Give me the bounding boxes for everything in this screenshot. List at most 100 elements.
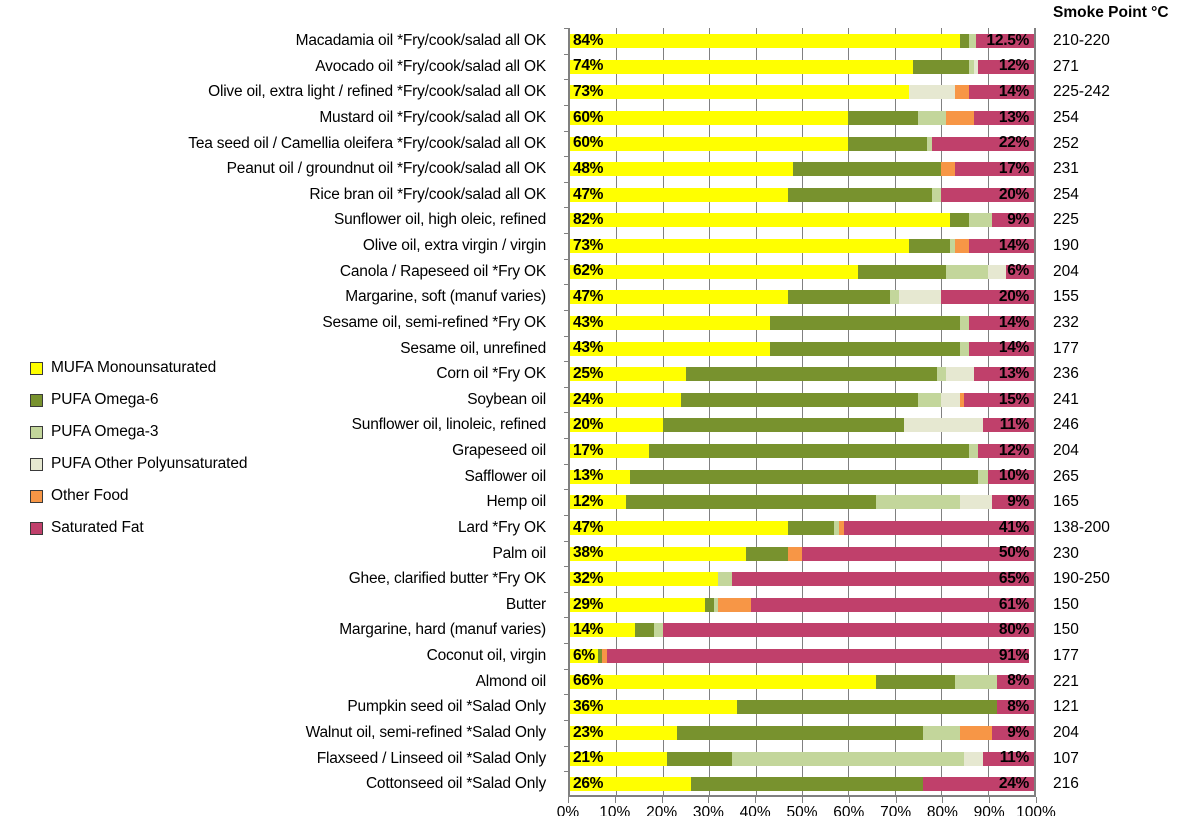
category-label: Tea seed oil / Camellia oleifera *Fry/co…: [188, 134, 546, 152]
stacked-bar: [570, 623, 1034, 638]
bar-row[interactable]: 25% 13%: [564, 361, 1034, 387]
bar-row[interactable]: 73% 14%: [564, 79, 1034, 105]
bar-row[interactable]: 47% 41%: [564, 514, 1034, 541]
category-tick: [564, 668, 570, 670]
bar-value-label-right: 8%: [1007, 672, 1029, 690]
bar-segment: [570, 674, 877, 689]
bar-value-label-right: 6%: [1007, 262, 1029, 280]
category-label: Peanut oil / groundnut oil *Fry/cook/sal…: [226, 160, 547, 178]
bar-value-label-right: 10%: [998, 467, 1029, 485]
bar-row[interactable]: 13% 10%: [564, 463, 1034, 490]
category-label: Ghee, clarified butter *Fry OK: [348, 570, 547, 588]
smoke-point-value: 236: [1053, 365, 1079, 383]
category-tick: [564, 156, 570, 158]
bar-row[interactable]: 32% 65%: [564, 566, 1034, 592]
smoke-point-value: 138-200: [1053, 518, 1110, 536]
smoke-point-value: 150: [1053, 621, 1079, 639]
bar-segment: [769, 315, 960, 330]
bar-row[interactable]: 20% 11%: [564, 412, 1034, 438]
bar-row[interactable]: 48% 17%: [564, 156, 1034, 182]
bar-segment: [955, 85, 970, 100]
stacked-bar: [570, 34, 1034, 48]
bar-row[interactable]: 38% 50%: [564, 540, 1034, 567]
stacked-bar: [570, 315, 1034, 330]
bar-value-label-right: 14%: [998, 339, 1029, 357]
category-axis-labels: Macadamia oil *Fry/cook/salad all OK Avoc…: [0, 28, 556, 797]
stacked-bar: [570, 495, 1034, 510]
category-tick: [564, 207, 570, 209]
smoke-point-value: 225-242: [1053, 83, 1110, 101]
bar-row[interactable]: 36% 8%: [564, 694, 1034, 720]
bar-row[interactable]: 74% 12%: [564, 53, 1034, 80]
bar-value-label-left: 20%: [573, 416, 604, 434]
bar-value-label-left: 73%: [573, 236, 604, 254]
smoke-point-value: 204: [1053, 262, 1079, 280]
bar-row[interactable]: 23% 9%: [564, 719, 1034, 746]
smoke-point-value: 155: [1053, 288, 1079, 306]
x-axis-tick-label: 0%: [556, 803, 580, 816]
category-tick: [564, 53, 570, 55]
bar-segment: [570, 59, 914, 74]
chart-root: MUFA Monounsaturated PUFA Omega-6 PUFA Ome…: [0, 0, 1200, 816]
bar-row[interactable]: 17% 12%: [564, 438, 1034, 464]
stacked-bar: [570, 520, 1034, 535]
bar-value-label-right: 9%: [1007, 723, 1029, 741]
bar-row[interactable]: 6% 91%: [564, 643, 1034, 669]
bar-row[interactable]: 60% 13%: [564, 104, 1034, 131]
bar-value-label-right: 11%: [999, 749, 1030, 767]
bar-row[interactable]: 73% 14%: [564, 233, 1034, 259]
stacked-bar: [570, 264, 1034, 279]
bar-segment: [570, 85, 909, 100]
bar-row[interactable]: 62% 6%: [564, 258, 1034, 285]
smoke-point-value: 246: [1053, 416, 1079, 434]
bar-row[interactable]: 26% 24%: [564, 771, 1034, 797]
stacked-bar: [570, 725, 1034, 740]
bar-row[interactable]: 43% 14%: [564, 335, 1034, 362]
bar-segment: [931, 187, 942, 202]
bar-segment: [959, 725, 993, 740]
bar-row[interactable]: 24% 15%: [564, 386, 1034, 413]
bar-segment: [769, 341, 960, 356]
bar-row[interactable]: 47% 20%: [564, 181, 1034, 208]
bar-row[interactable]: 12% 9%: [564, 489, 1034, 515]
bar-value-label-right: 14%: [998, 313, 1029, 331]
bar-value-label-left: 21%: [573, 749, 604, 767]
stacked-bar: [570, 392, 1034, 407]
bar-segment: [978, 469, 988, 484]
bar-row[interactable]: 14% 80%: [564, 617, 1034, 643]
bar-row[interactable]: 60% 22%: [564, 130, 1034, 157]
bar-row[interactable]: 47% 20%: [564, 284, 1034, 310]
bar-segment: [750, 597, 1034, 612]
category-label: Margarine, soft (manuf varies): [345, 288, 546, 306]
bar-row[interactable]: 29% 61%: [564, 591, 1034, 618]
bar-segment: [667, 751, 733, 766]
bar-row[interactable]: 84% 12.5%: [564, 28, 1034, 54]
category-label: Lard *Fry OK: [457, 518, 546, 536]
category-tick: [564, 181, 570, 183]
x-axis-tick-label: 10%: [599, 803, 631, 816]
bar-segment: [718, 597, 751, 612]
bar-value-label-left: 47%: [573, 518, 604, 536]
x-axis-tick: [895, 796, 897, 803]
category-label: Pumpkin seed oil *Salad Only: [347, 698, 546, 716]
bar-row[interactable]: 21% 11%: [564, 745, 1034, 772]
bar-value-label-right: 61%: [998, 595, 1029, 613]
stacked-bar: [570, 751, 1034, 766]
category-label: Corn oil *Fry OK: [436, 365, 546, 383]
bar-segment: [737, 700, 997, 715]
bar-segment: [681, 392, 918, 407]
category-label: Walnut oil, semi-refined *Salad Only: [305, 723, 547, 741]
bar-value-label-left: 74%: [573, 57, 604, 75]
bar-segment: [987, 264, 1007, 279]
category-tick: [564, 335, 570, 337]
bar-row[interactable]: 82% 9%: [564, 207, 1034, 233]
smoke-point-value: 265: [1053, 467, 1079, 485]
x-axis-tick: [802, 796, 803, 803]
bar-row[interactable]: 66% 8%: [564, 668, 1034, 695]
category-label: Flaxseed / Linseed oil *Salad Only: [316, 749, 546, 767]
bar-segment: [950, 213, 970, 228]
x-axis-tick: [661, 796, 663, 803]
bar-segment: [676, 725, 923, 740]
smoke-point-value: 221: [1053, 672, 1079, 690]
bar-row[interactable]: 43% 14%: [564, 309, 1034, 336]
